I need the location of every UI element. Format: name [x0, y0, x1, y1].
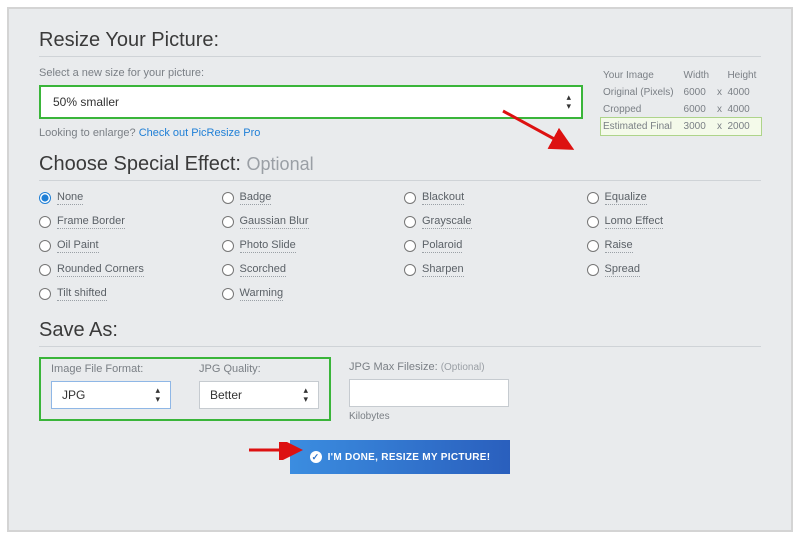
- save-highlight-box: Image File Format: JPG ▴▾ JPG Quality: B…: [39, 357, 331, 421]
- resize-left: Select a new size for your picture: 50% …: [39, 67, 583, 139]
- maxsize-input[interactable]: [349, 379, 509, 407]
- picresize-pro-link[interactable]: Check out PicResize Pro: [139, 127, 261, 139]
- resize-row: Select a new size for your picture: 50% …: [39, 67, 761, 139]
- divider: [39, 180, 761, 181]
- size-table: Your Image Width Height Original (Pixels…: [601, 67, 761, 135]
- effect-label: Polaroid: [422, 239, 462, 253]
- effect-option[interactable]: Photo Slide: [222, 239, 397, 253]
- effect-option[interactable]: Polaroid: [404, 239, 579, 253]
- effect-radio[interactable]: [404, 264, 416, 276]
- effect-radio[interactable]: [587, 264, 599, 276]
- size-table-header: Your Image Width Height: [601, 67, 761, 84]
- resize-submit-button[interactable]: ✓ I'M DONE, RESIZE MY PICTURE!: [290, 440, 511, 474]
- optional-label: Optional: [247, 154, 314, 174]
- effect-option[interactable]: None: [39, 191, 214, 205]
- effect-label: Equalize: [605, 191, 647, 205]
- format-value: JPG: [62, 388, 85, 402]
- format-select[interactable]: JPG ▴▾: [51, 381, 171, 409]
- effect-label: Oil Paint: [57, 239, 99, 253]
- effects-grid: None Badge Blackout Equalize Frame Border Gau…: [39, 191, 761, 301]
- effect-radio[interactable]: [39, 264, 51, 276]
- effect-option[interactable]: Spread: [587, 263, 762, 277]
- submit-row: ✓ I'M DONE, RESIZE MY PICTURE!: [39, 440, 761, 474]
- chevron-updown-icon: ▴▾: [303, 386, 308, 404]
- app-panel: Resize Your Picture: Select a new size f…: [7, 7, 793, 532]
- format-field: Image File Format: JPG ▴▾: [51, 363, 171, 409]
- check-icon: ✓: [310, 451, 322, 463]
- effect-label: Spread: [605, 263, 640, 277]
- effect-option[interactable]: Sharpen: [404, 263, 579, 277]
- effect-option[interactable]: Rounded Corners: [39, 263, 214, 277]
- effect-radio[interactable]: [404, 240, 416, 252]
- divider: [39, 346, 761, 347]
- effect-option[interactable]: Badge: [222, 191, 397, 205]
- chevron-updown-icon: ▴▾: [566, 93, 571, 111]
- effect-option[interactable]: Blackout: [404, 191, 579, 205]
- quality-select[interactable]: Better ▴▾: [199, 381, 319, 409]
- effects-title: Choose Special Effect: Optional: [39, 153, 761, 176]
- effect-label: Frame Border: [57, 215, 125, 229]
- effect-radio[interactable]: [39, 216, 51, 228]
- size-row-original: Original (Pixels) 6000 x 4000: [601, 84, 761, 101]
- submit-label: I'M DONE, RESIZE MY PICTURE!: [328, 452, 491, 463]
- resize-size-value: 50% smaller: [53, 95, 119, 109]
- effect-option[interactable]: Equalize: [587, 191, 762, 205]
- effect-radio[interactable]: [222, 264, 234, 276]
- effect-option[interactable]: Gaussian Blur: [222, 215, 397, 229]
- effect-option[interactable]: Scorched: [222, 263, 397, 277]
- effect-option[interactable]: Grayscale: [404, 215, 579, 229]
- effect-radio[interactable]: [587, 216, 599, 228]
- quality-value: Better: [210, 388, 242, 402]
- effect-radio[interactable]: [587, 240, 599, 252]
- effect-label: Raise: [605, 239, 633, 253]
- effect-option[interactable]: Raise: [587, 239, 762, 253]
- size-row-estimated: Estimated Final 3000 x 2000: [601, 118, 761, 135]
- effect-radio[interactable]: [404, 192, 416, 204]
- effect-option[interactable]: Oil Paint: [39, 239, 214, 253]
- effect-label: Badge: [240, 191, 272, 205]
- effect-radio[interactable]: [222, 240, 234, 252]
- effect-option[interactable]: Warming: [222, 287, 397, 301]
- chevron-updown-icon: ▴▾: [155, 386, 160, 404]
- effect-option[interactable]: Tilt shifted: [39, 287, 214, 301]
- divider: [39, 56, 761, 57]
- effect-radio[interactable]: [39, 240, 51, 252]
- effect-radio[interactable]: [222, 288, 234, 300]
- quality-field: JPG Quality: Better ▴▾: [199, 363, 319, 409]
- size-table-col: Your Image Width Height Original (Pixels…: [601, 67, 761, 139]
- size-row-cropped: Cropped 6000 x 4000: [601, 101, 761, 118]
- effect-label: Grayscale: [422, 215, 472, 229]
- effect-label: Rounded Corners: [57, 263, 144, 277]
- quality-label: JPG Quality:: [199, 363, 319, 375]
- effect-radio[interactable]: [587, 192, 599, 204]
- resize-select-label: Select a new size for your picture:: [39, 67, 583, 79]
- save-title: Save As:: [39, 319, 761, 342]
- effect-label: Sharpen: [422, 263, 464, 277]
- effect-radio[interactable]: [222, 192, 234, 204]
- kb-label: Kilobytes: [349, 411, 509, 422]
- effect-option[interactable]: Lomo Effect: [587, 215, 762, 229]
- effect-label: Scorched: [240, 263, 286, 277]
- effect-radio[interactable]: [39, 192, 51, 204]
- maxsize-label: JPG Max Filesize: (Optional): [349, 361, 509, 373]
- effect-radio[interactable]: [39, 288, 51, 300]
- effect-label: Warming: [240, 287, 284, 301]
- effect-label: Gaussian Blur: [240, 215, 309, 229]
- save-row: Image File Format: JPG ▴▾ JPG Quality: B…: [39, 357, 761, 422]
- effect-label: Blackout: [422, 191, 464, 205]
- effect-label: None: [57, 191, 83, 205]
- enlarge-text: Looking to enlarge? Check out PicResize …: [39, 127, 583, 139]
- effect-radio[interactable]: [404, 216, 416, 228]
- effect-label: Photo Slide: [240, 239, 296, 253]
- effect-label: Lomo Effect: [605, 215, 664, 229]
- maxsize-field: JPG Max Filesize: (Optional) Kilobytes: [349, 357, 509, 422]
- resize-title: Resize Your Picture:: [39, 29, 761, 52]
- resize-size-select[interactable]: 50% smaller ▴▾: [39, 85, 583, 119]
- effect-label: Tilt shifted: [57, 287, 107, 301]
- effect-option[interactable]: Frame Border: [39, 215, 214, 229]
- effect-radio[interactable]: [222, 216, 234, 228]
- format-label: Image File Format:: [51, 363, 171, 375]
